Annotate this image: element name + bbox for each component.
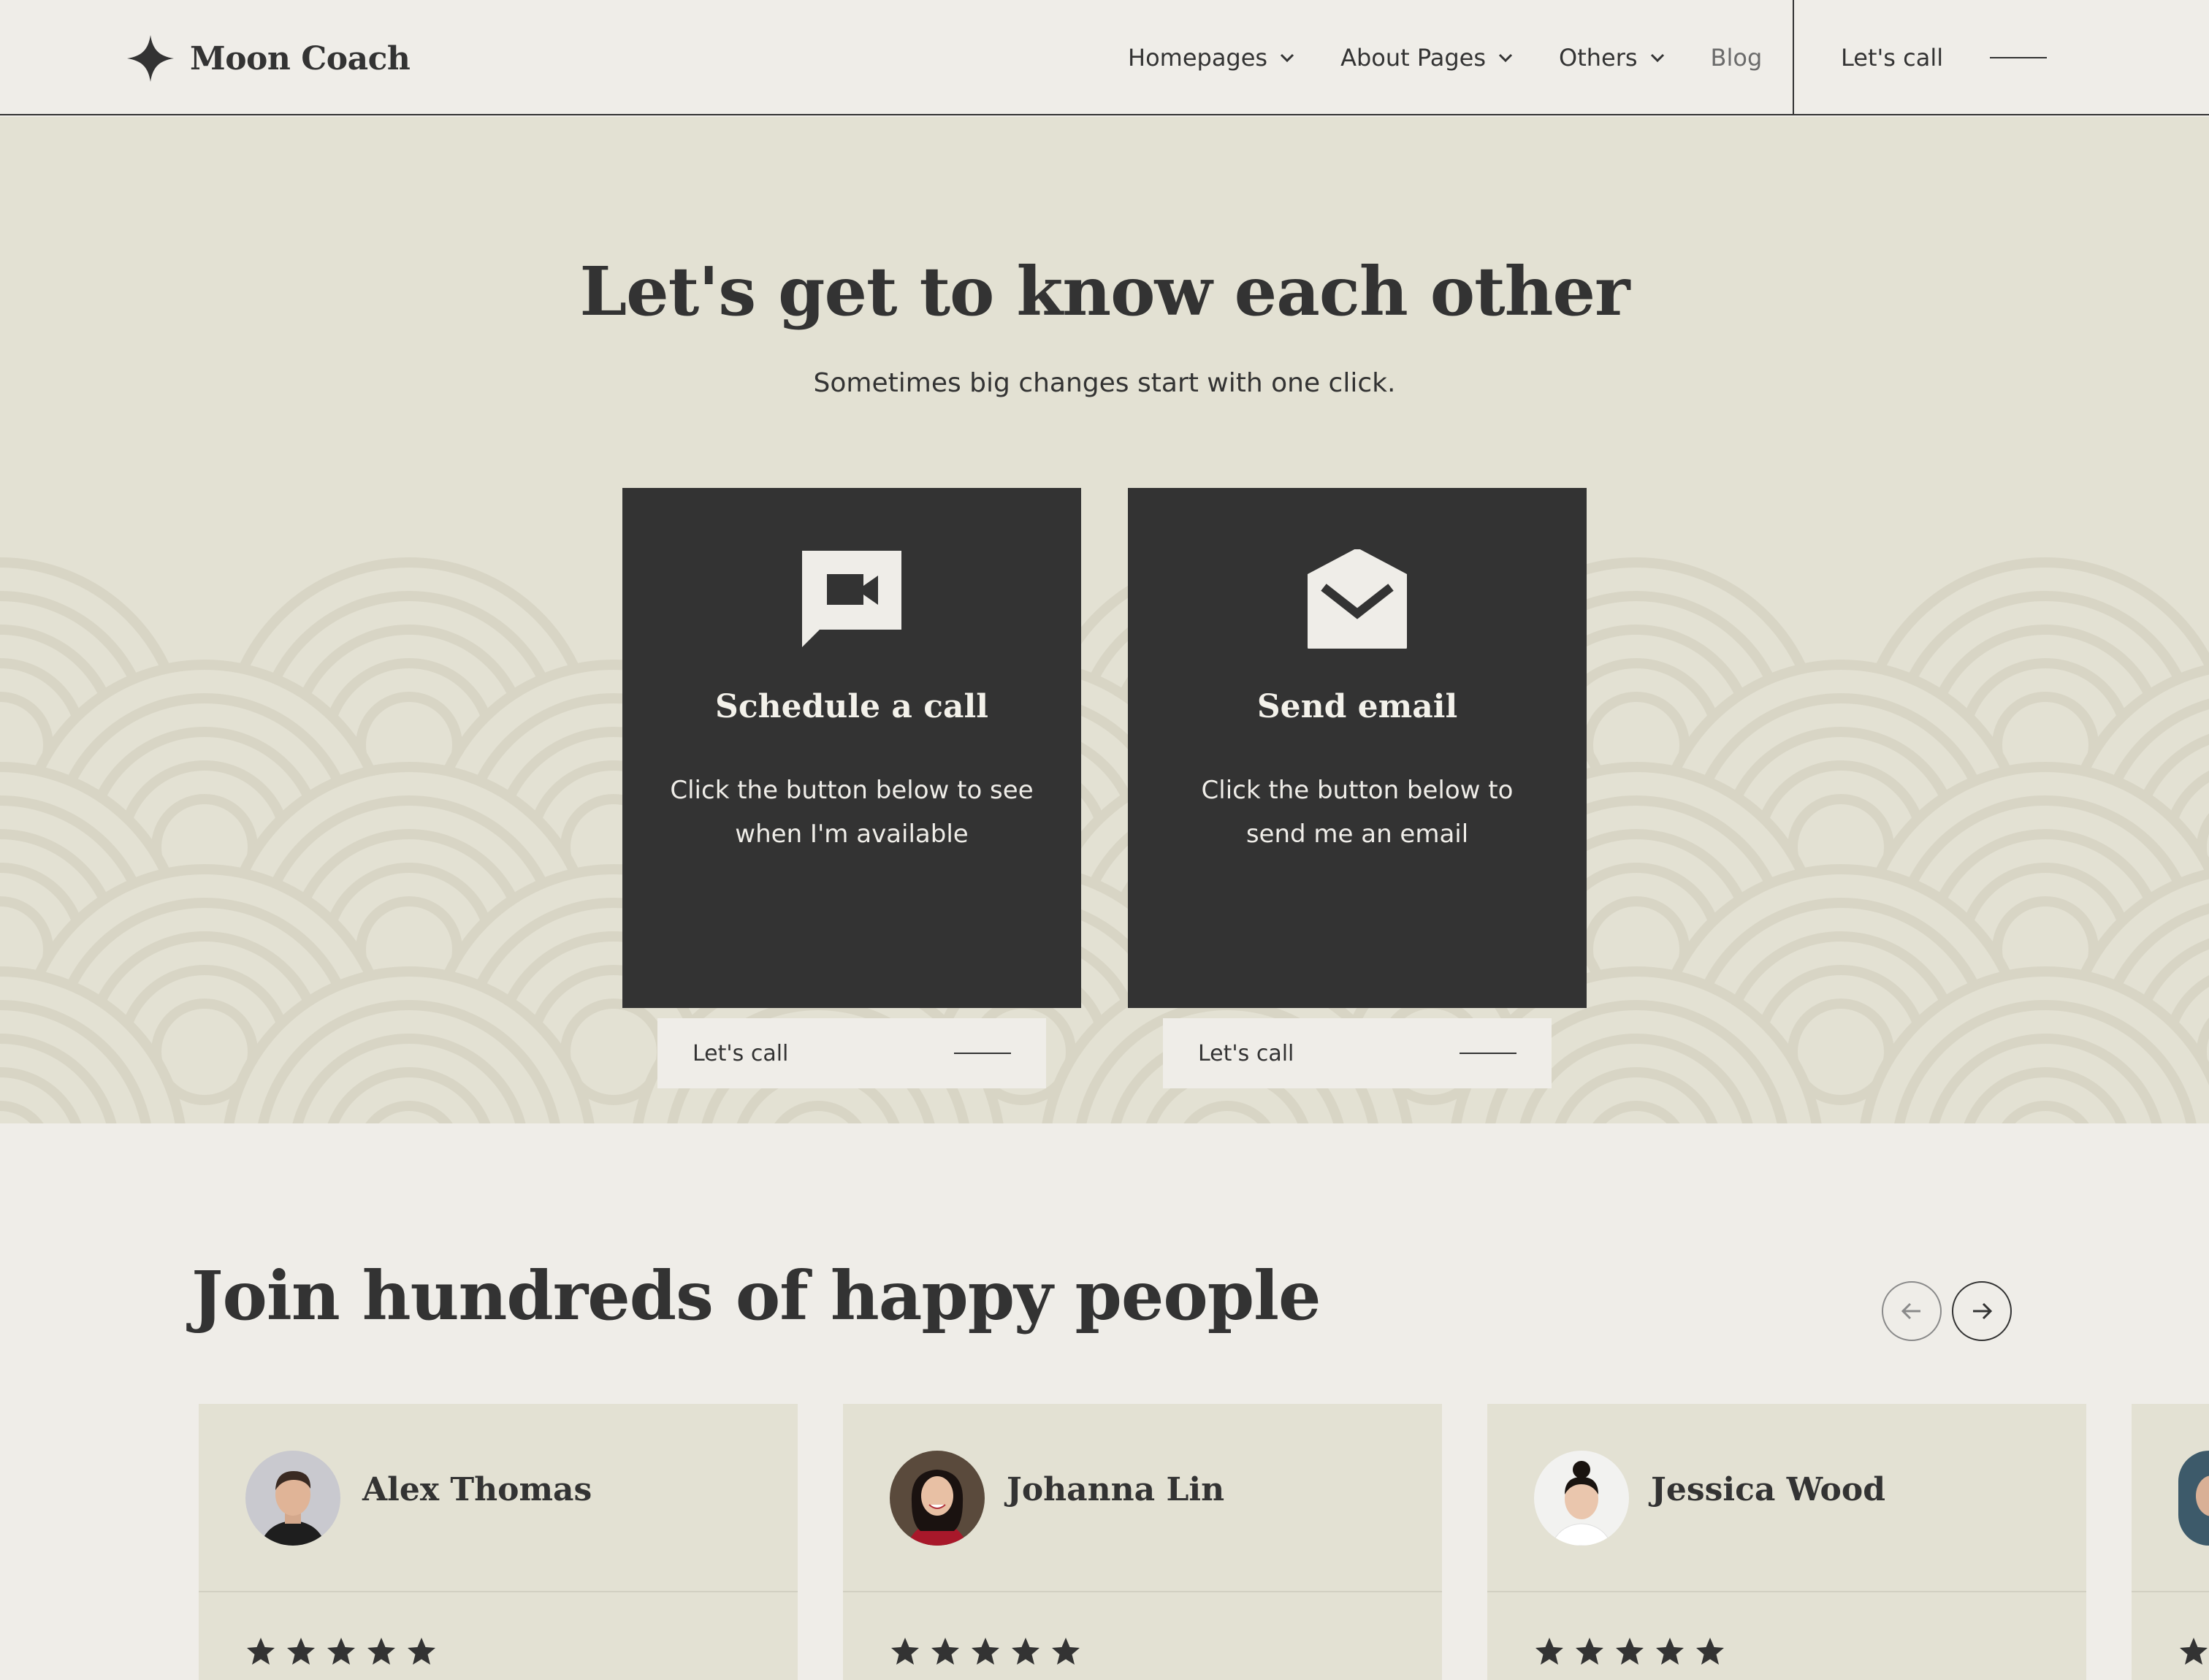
site-header: Moon Coach Homepages About Pages Others …	[0, 0, 2209, 115]
button-label: Let's call	[693, 1040, 789, 1066]
header-cta-label: Let's call	[1841, 44, 1944, 72]
star-icon	[327, 1638, 355, 1665]
carousel-next-button[interactable]	[1952, 1281, 2012, 1341]
star-rating	[245, 1636, 437, 1667]
testimonial-header	[2132, 1404, 2209, 1592]
hero-subtitle: Sometimes big changes start with one cli…	[813, 368, 1396, 398]
carousel-prev-button[interactable]	[1882, 1281, 1942, 1341]
star-rating	[890, 1636, 1081, 1667]
schedule-call-card: Schedule a call Click the button below t…	[622, 488, 1081, 1088]
button-label: Let's call	[1198, 1040, 1294, 1066]
testimonial-card: Johanna Lin	[843, 1404, 1442, 1680]
nav-item-label: Homepages	[1128, 44, 1268, 72]
video-chat-icon	[802, 551, 901, 647]
star-icon	[2180, 1638, 2208, 1665]
card-title: Schedule a call	[715, 688, 988, 725]
button-line-decoration	[954, 1053, 1011, 1054]
star-icon	[1012, 1638, 1039, 1665]
contact-hero: Let's get to know each other Sometimes b…	[0, 117, 2209, 1123]
star-icon	[931, 1638, 959, 1665]
brand-name: Moon Coach	[190, 39, 411, 77]
star-rating	[1534, 1636, 1725, 1667]
star-icon	[1576, 1638, 1603, 1665]
star-icon	[287, 1638, 315, 1665]
star-icon	[972, 1638, 999, 1665]
main-nav: Homepages About Pages Others Blog	[1128, 41, 1762, 75]
brand-logo[interactable]: Moon Coach	[126, 32, 411, 85]
nav-item-homepages[interactable]: Homepages	[1128, 44, 1297, 72]
star-icon	[408, 1638, 435, 1665]
star-icon	[891, 1638, 919, 1665]
testimonial-name: Johanna Lin	[1007, 1471, 1225, 1508]
star-rating	[2178, 1636, 2209, 1667]
send-email-button[interactable]: Let's call	[1163, 1018, 1552, 1088]
testimonial-header: Alex Thomas	[199, 1404, 798, 1592]
header-lets-call-button[interactable]: Let's call	[1841, 41, 2048, 75]
star-icon	[1535, 1638, 1563, 1665]
chevron-down-icon	[1498, 53, 1513, 63]
arrow-left-icon	[1901, 1302, 1920, 1320]
avatar	[245, 1451, 340, 1546]
star-icon	[367, 1638, 395, 1665]
envelope-icon	[1308, 549, 1407, 649]
four-point-star-icon	[127, 35, 174, 82]
arrow-right-icon	[1973, 1302, 1993, 1320]
avatar-image	[245, 1451, 340, 1546]
header-divider	[1793, 0, 1794, 115]
card-title: Send email	[1256, 688, 1458, 725]
chevron-down-icon	[1281, 53, 1294, 63]
star-icon	[1052, 1638, 1080, 1665]
nav-item-label: About Pages	[1340, 44, 1487, 72]
star-icon	[1616, 1638, 1644, 1665]
schedule-call-button[interactable]: Let's call	[657, 1018, 1046, 1088]
testimonials-title: Join hundreds of happy people	[191, 1256, 1321, 1335]
nav-item-label: Others	[1559, 44, 1638, 72]
star-icon	[247, 1638, 275, 1665]
send-email-card: Send email Click the button below to sen…	[1128, 488, 1587, 1088]
nav-item-blog[interactable]: Blog	[1711, 44, 1763, 72]
testimonial-header: Johanna Lin	[843, 1404, 1442, 1592]
testimonial-header: Jessica Wood	[1487, 1404, 2086, 1592]
cta-line-decoration	[1990, 57, 2048, 58]
avatar-image	[1534, 1451, 1629, 1546]
hero-title: Let's get to know each other	[579, 252, 1630, 331]
card-text: Click the button below to see when I'm a…	[670, 776, 1034, 849]
avatar	[1534, 1451, 1629, 1546]
avatar-image	[890, 1451, 985, 1546]
testimonial-card-partial	[2132, 1404, 2209, 1680]
nav-item-about-pages[interactable]: About Pages	[1340, 44, 1515, 72]
avatar	[890, 1451, 985, 1546]
chevron-down-icon	[1650, 53, 1664, 63]
testimonial-card: Jessica Wood	[1487, 1404, 2086, 1680]
testimonial-card: Alex Thomas	[199, 1404, 798, 1680]
nav-item-others[interactable]: Others	[1559, 44, 1667, 72]
button-line-decoration	[1460, 1053, 1516, 1054]
avatar	[2178, 1451, 2209, 1546]
star-icon	[1656, 1638, 1684, 1665]
card-text: Click the button below to send me an ema…	[1201, 776, 1514, 849]
avatar-image	[2178, 1451, 2209, 1546]
star-icon	[1696, 1638, 1724, 1665]
testimonial-name: Alex Thomas	[362, 1471, 592, 1508]
testimonial-name: Jessica Wood	[1651, 1471, 1885, 1508]
